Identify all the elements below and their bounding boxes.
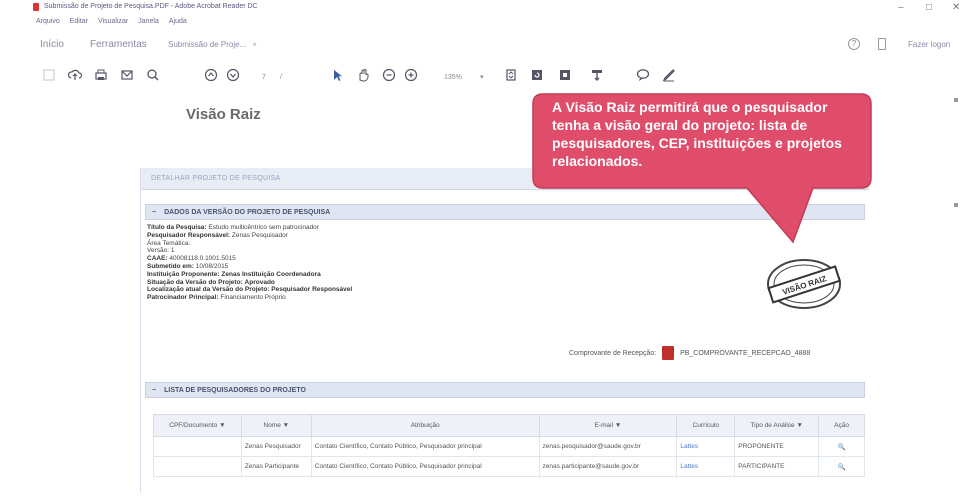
document-topbar-label: DETALHAR PROJETO DE PESQUISA xyxy=(151,175,281,182)
table-header-row: CPF/Documento ▼ Nome ▼ Atribuição E-mail… xyxy=(153,414,865,437)
tab-close-icon[interactable]: × xyxy=(252,40,257,49)
highlight-icon[interactable] xyxy=(590,68,604,82)
column-header-curriculum: Currículo xyxy=(676,414,736,437)
collapse-icon[interactable]: − xyxy=(152,387,156,394)
detail-row: Pesquisador Responsável: Zenas Pesquisad… xyxy=(147,231,288,239)
comment-icon[interactable] xyxy=(636,68,650,82)
tab-row: Início Ferramentas Submissão de Proje...… xyxy=(0,35,967,55)
fullscreen-icon[interactable] xyxy=(558,68,572,82)
receipt-label: Comprovante de Recepção: xyxy=(569,349,657,357)
column-header-action: Ação xyxy=(818,414,865,437)
collapse-icon[interactable]: − xyxy=(152,209,156,216)
detail-row: Submetido em: 10/08/2015 xyxy=(147,262,229,270)
cell-analysis-type: PARTICIPANTE xyxy=(734,456,820,477)
window-titlebar: Submissão de Projeto de Pesquisa.PDF - A… xyxy=(0,0,967,18)
page-separator: / xyxy=(280,74,282,81)
detail-row: Patrocinador Principal: Financiamento Pr… xyxy=(147,294,286,302)
detail-row: CAAE: 40008118.0.1001.5015 xyxy=(147,255,236,263)
menu-arquivo[interactable]: Arquivo xyxy=(36,18,60,30)
cell-curriculum-link[interactable]: Lattes xyxy=(676,456,736,477)
zoom-out-icon[interactable] xyxy=(382,68,396,82)
bookmark-icon[interactable] xyxy=(42,68,56,82)
column-header-role: Atribuição xyxy=(310,414,540,437)
cell-document xyxy=(153,456,242,477)
detail-row: Localização atual da Versão do Projeto: … xyxy=(147,286,353,294)
tab-home[interactable]: Início xyxy=(40,39,64,50)
cell-role: Contato Científico, Contato Público, Pes… xyxy=(310,436,540,457)
view-action-icon[interactable]: 🔍 xyxy=(818,436,865,457)
scrollbar-thumb[interactable] xyxy=(954,203,958,207)
help-icon[interactable]: ? xyxy=(848,38,860,50)
menu-visualizar[interactable]: Visualizar xyxy=(98,18,128,30)
section-title: LISTA DE PESQUISADORES DO PROJETO xyxy=(164,387,306,394)
zoom-level[interactable]: 135% xyxy=(444,71,462,85)
fit-page-icon[interactable] xyxy=(504,68,518,82)
detail-row: Instituição Proponente: Zenas Instituiçã… xyxy=(147,270,321,278)
researchers-table: CPF/Documento ▼ Nome ▼ Atribuição E-mail… xyxy=(153,414,865,477)
tab-document-label: Submissão de Proje... xyxy=(168,40,247,49)
menu-ajuda[interactable]: Ajuda xyxy=(169,18,187,30)
email-icon[interactable] xyxy=(120,68,134,82)
detail-row: Situação da Versão do Projeto: Aprovado xyxy=(147,278,275,286)
zoom-in-icon[interactable] xyxy=(404,68,418,82)
cell-role: Contato Científico, Contato Público, Pes… xyxy=(310,456,540,477)
cell-email: zenas.participante@saude.gov.br xyxy=(538,456,678,477)
select-pointer-icon[interactable] xyxy=(330,68,344,82)
pdf-file-icon[interactable] xyxy=(662,346,675,360)
page-down-icon[interactable] xyxy=(226,68,240,82)
restore-button[interactable]: □ xyxy=(926,2,932,13)
window-title: Submissão de Projeto de Pesquisa.PDF - A… xyxy=(44,3,258,10)
page-heading: Visão Raiz xyxy=(186,106,261,123)
column-header-analysis-type[interactable]: Tipo de Análise ▼ xyxy=(734,414,820,437)
cell-email: zenas.pesquisador@saude.gov.br xyxy=(538,436,678,457)
menu-editar[interactable]: Editar xyxy=(70,18,88,30)
visao-raiz-stamp: VISÃO RAIZ xyxy=(767,259,842,309)
callout-text: A Visão Raiz permitirá que o pesquisador… xyxy=(552,99,842,169)
print-icon[interactable] xyxy=(94,68,108,82)
detail-row: Título da Pesquisa: Estudo multicêntrico… xyxy=(147,224,319,231)
menu-janela[interactable]: Janela xyxy=(138,18,159,30)
section-title: DADOS DA VERSÃO DO PROJETO DE PESQUISA xyxy=(164,209,331,216)
tab-document[interactable]: Submissão de Proje... × xyxy=(168,40,257,49)
search-icon[interactable] xyxy=(146,68,160,82)
rotate-icon[interactable] xyxy=(530,68,544,82)
tab-tools[interactable]: Ferramentas xyxy=(90,39,147,50)
pdf-app-icon xyxy=(33,3,39,11)
view-action-icon[interactable]: 🔍 xyxy=(818,456,865,477)
zoom-dropdown-arrow[interactable]: ▾ xyxy=(480,71,484,85)
table-row: Zenas Pesquisador Contato Científico, Co… xyxy=(153,436,865,457)
page-number-input[interactable]: 7 xyxy=(262,71,266,85)
upload-icon[interactable] xyxy=(68,68,82,82)
section-researchers[interactable]: − LISTA DE PESQUISADORES DO PROJETO xyxy=(145,382,865,398)
receipt-file-link[interactable]: PB_COMPROVANTE_RECEPCAO_4888 xyxy=(680,350,810,357)
column-header-email[interactable]: E-mail ▼ xyxy=(538,414,678,437)
table-row: Zenas Participante Contato Científico, C… xyxy=(153,456,865,477)
cell-name: Zenas Pesquisador xyxy=(240,436,312,457)
sign-icon[interactable] xyxy=(662,68,676,82)
close-window-button[interactable]: ✕ xyxy=(952,2,960,13)
login-link[interactable]: Fazer logon xyxy=(908,40,950,49)
hand-icon[interactable] xyxy=(356,68,370,82)
minimize-button[interactable]: – xyxy=(898,2,904,13)
toolbar: 7 / 135% ▾ xyxy=(0,60,967,90)
receipt-row: Comprovante de Recepção: PB_COMPROVANTE_… xyxy=(569,346,810,360)
scrollbar-up-arrow[interactable] xyxy=(954,98,958,102)
detail-row: Versão: 1 xyxy=(147,247,175,255)
callout-annotation: A Visão Raiz permitirá que o pesquisador… xyxy=(531,92,873,244)
detail-row: Área Temática: xyxy=(147,239,191,247)
column-header-name[interactable]: Nome ▼ xyxy=(240,414,312,437)
cell-curriculum-link[interactable]: Lattes xyxy=(676,436,736,457)
project-details: Título da Pesquisa: Estudo multicêntrico… xyxy=(147,224,352,302)
mobile-link-icon[interactable] xyxy=(878,38,886,50)
cell-document xyxy=(153,436,242,457)
page-up-icon[interactable] xyxy=(204,68,218,82)
cell-name: Zenas Participante xyxy=(240,456,312,477)
column-header-document[interactable]: CPF/Documento ▼ xyxy=(153,414,242,437)
menu-bar: Arquivo Editar Visualizar Janela Ajuda xyxy=(36,18,187,30)
cell-analysis-type: PROPONENTE xyxy=(734,436,820,457)
